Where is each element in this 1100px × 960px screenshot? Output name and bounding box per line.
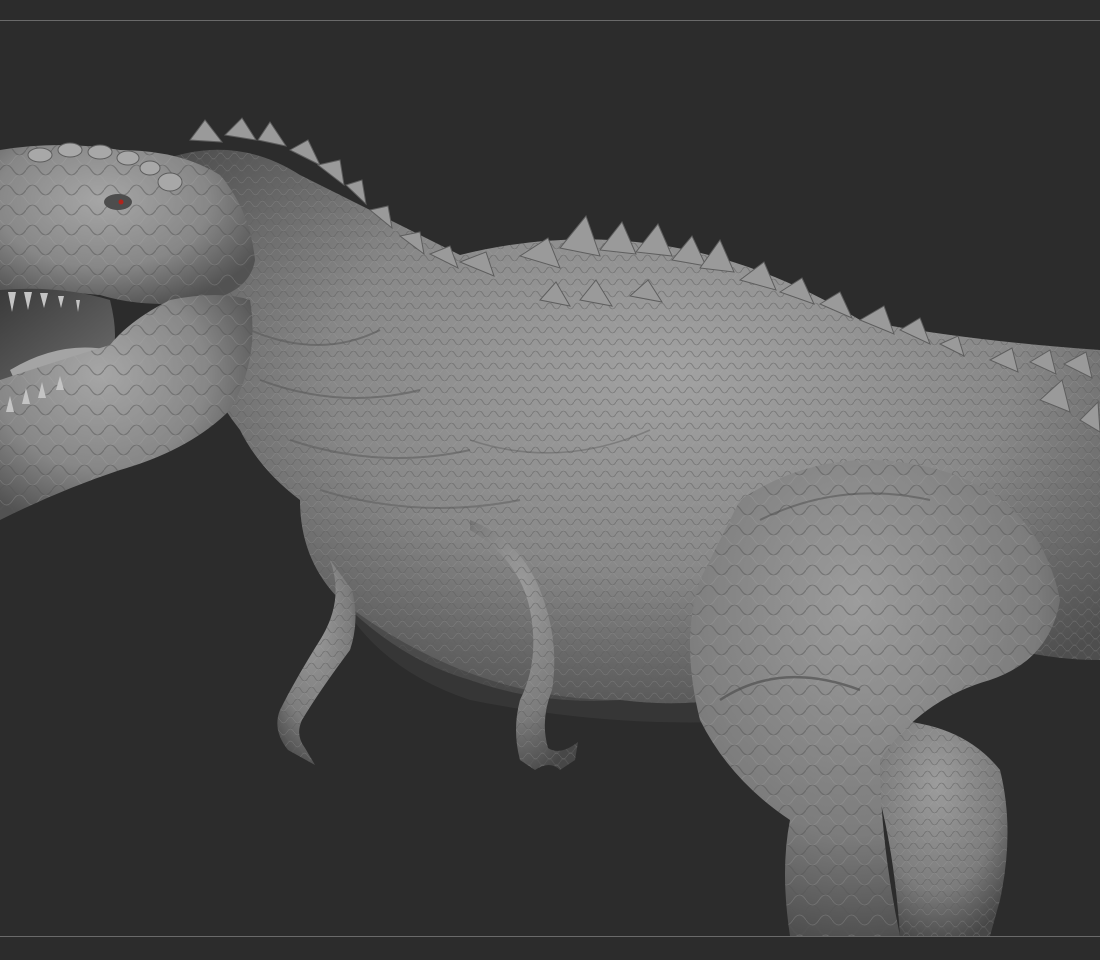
dinosaur-render xyxy=(0,117,1100,936)
sculpt-viewport[interactable] xyxy=(0,0,1100,960)
front-arm-left xyxy=(277,560,356,765)
dinosaur-head xyxy=(0,142,255,520)
far-hind-leg xyxy=(880,720,1008,936)
eye-icon xyxy=(118,199,124,205)
